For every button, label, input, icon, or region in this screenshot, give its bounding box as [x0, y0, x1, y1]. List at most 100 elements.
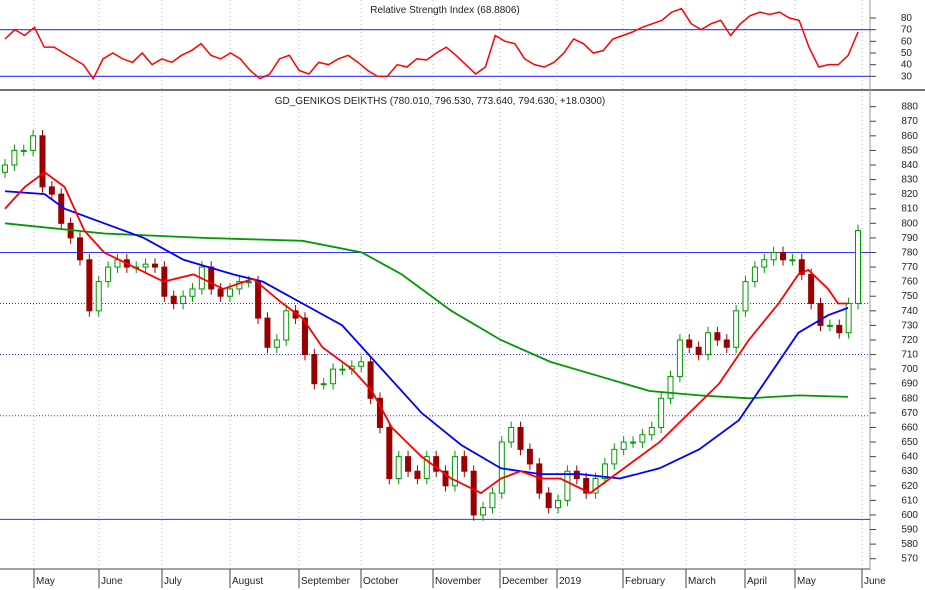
price-tick-label: 670: [901, 408, 918, 419]
candle-body: [676, 339, 683, 377]
rsi-line: [4, 7, 859, 81]
candle-body: [226, 288, 233, 297]
x-tick-label: October: [363, 576, 399, 587]
price-tick-label: 850: [901, 145, 918, 156]
candle-body: [508, 426, 515, 443]
rsi-title: Relative Strength Index (68.8806): [370, 5, 520, 16]
candle-body: [86, 259, 93, 312]
price-tick-label: 590: [901, 525, 918, 536]
candle-body: [770, 251, 777, 261]
x-tick-label: December: [502, 576, 549, 587]
main-title: GD_GENIKOS DEIKTHS (780.010, 796.530, 77…: [275, 96, 606, 107]
candle-body: [11, 149, 18, 166]
rsi-tick-label: 80: [901, 13, 913, 24]
price-tick-label: 790: [901, 233, 918, 244]
candle-body: [630, 441, 637, 444]
candle-body: [414, 470, 421, 480]
price-tick-label: 860: [901, 131, 918, 142]
price-tick-label: 570: [901, 554, 918, 565]
price-tick-label: 650: [901, 437, 918, 448]
candle-body: [733, 310, 740, 348]
price-tick-label: 730: [901, 320, 918, 331]
candle-body: [255, 281, 262, 319]
candle-body: [808, 273, 815, 305]
candle-body: [208, 266, 215, 290]
rsi-tick-label: 70: [901, 25, 913, 36]
candle-body: [105, 266, 112, 283]
candle-body: [780, 251, 787, 261]
candle-body: [555, 499, 562, 509]
candle-body: [330, 368, 337, 385]
rsi-tick-label: 50: [901, 48, 913, 59]
candle-body: [386, 426, 393, 480]
candle-body: [639, 434, 646, 443]
candle-body: [339, 368, 346, 371]
moving-average-ma20: [4, 171, 848, 495]
candle-body: [667, 375, 674, 399]
candle-body: [2, 164, 8, 173]
price-tick-label: 610: [901, 495, 918, 506]
x-tick-label: July: [164, 576, 182, 587]
price-tick-label: 760: [901, 277, 918, 288]
candle-body: [564, 470, 571, 501]
candle-body: [30, 135, 37, 151]
rsi-tick-label: 30: [901, 71, 913, 82]
chart-window: Relative Strength Index (68.8806) GD_GEN…: [0, 0, 925, 590]
price-tick-label: 740: [901, 306, 918, 317]
price-tick-label: 840: [901, 160, 918, 171]
price-tick-label: 630: [901, 466, 918, 477]
price-tick-label: 600: [901, 510, 918, 521]
candle-body: [76, 237, 83, 261]
price-tick-label: 720: [901, 335, 918, 346]
candle-body: [817, 303, 824, 326]
candle-body: [620, 441, 627, 450]
price-tick-label: 680: [901, 393, 918, 404]
price-tick-label: 830: [901, 175, 918, 186]
candle-body: [761, 259, 768, 268]
candle-body: [742, 281, 749, 312]
candle-body: [358, 361, 365, 367]
candle-body: [489, 492, 496, 509]
candle-body: [273, 339, 280, 348]
x-tick-label: June: [864, 576, 886, 587]
x-tick-label: September: [301, 576, 351, 587]
candle-body: [151, 263, 158, 268]
rsi-tick-label: 40: [901, 60, 913, 71]
candle-body: [189, 288, 196, 297]
candle-body: [95, 281, 102, 312]
candle-body: [751, 266, 758, 283]
price-tick-label: 710: [901, 350, 918, 361]
x-tick-label: May: [797, 576, 816, 587]
candle-body: [836, 324, 843, 334]
candle-body: [142, 263, 149, 268]
price-tick-label: 820: [901, 189, 918, 200]
price-tick-label: 750: [901, 291, 918, 302]
x-tick-label: February: [625, 576, 665, 587]
candle-body: [217, 288, 224, 297]
rsi-tick-label: 60: [901, 36, 913, 47]
x-tick-label: March: [688, 576, 716, 587]
candle-body: [170, 295, 177, 305]
candle-body: [686, 339, 693, 348]
price-tick-label: 640: [901, 452, 918, 463]
candle-body: [311, 354, 318, 385]
candle-body: [283, 310, 290, 341]
price-tick-label: 660: [901, 422, 918, 433]
candle-body: [245, 281, 252, 284]
price-tick-label: 810: [901, 204, 918, 215]
candle-body: [648, 426, 655, 436]
candle-body: [705, 332, 712, 356]
price-tick-label: 770: [901, 262, 918, 273]
x-tick-label: June: [101, 576, 123, 587]
price-tick-label: 870: [901, 116, 918, 127]
price-tick-label: 690: [901, 379, 918, 390]
x-tick-label: August: [232, 576, 263, 587]
candle-body: [395, 456, 402, 480]
x-tick-label: May: [36, 576, 55, 587]
candle-body: [405, 456, 412, 472]
price-tick-label: 780: [901, 247, 918, 258]
candle-body: [723, 339, 730, 348]
candle-body: [545, 492, 552, 509]
candle-body: [658, 397, 665, 428]
price-tick-label: 800: [901, 218, 918, 229]
